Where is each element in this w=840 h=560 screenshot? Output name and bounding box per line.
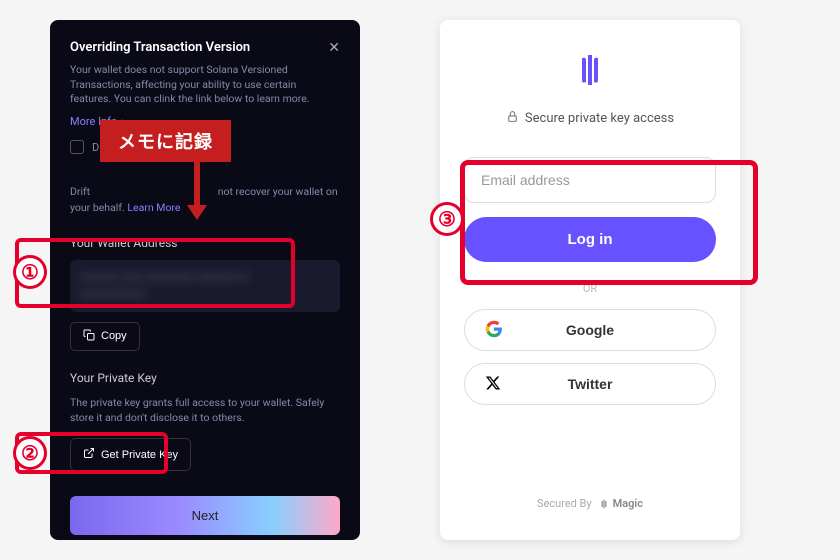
- override-title: Overriding Transaction Version: [70, 40, 340, 55]
- magic-wordmark: Magic: [598, 497, 643, 510]
- checkbox-icon[interactable]: [70, 140, 84, 154]
- google-label: Google: [477, 322, 703, 338]
- secured-by-footer: Secured By Magic: [537, 467, 643, 510]
- close-icon[interactable]: ✕: [328, 40, 340, 56]
- lock-icon: [506, 110, 519, 127]
- copy-button[interactable]: Copy: [70, 322, 140, 351]
- twitter-label: Twitter: [477, 376, 703, 392]
- memo-annotation-badge: メモに記録: [100, 120, 231, 162]
- step-badge-3: ③: [430, 202, 464, 236]
- secure-access-label: Secure private key access: [506, 110, 674, 127]
- arrow-down-icon: [185, 160, 209, 220]
- wallet-panel: ✕ Overriding Transaction Version Your wa…: [50, 20, 360, 540]
- get-private-key-button[interactable]: Get Private Key: [70, 438, 191, 471]
- step-badge-2: ②: [13, 436, 47, 470]
- email-field[interactable]: [464, 157, 716, 203]
- external-link-icon: [83, 447, 95, 462]
- learn-more-link[interactable]: Learn More: [127, 201, 180, 214]
- x-twitter-icon: [485, 375, 501, 394]
- google-icon: [485, 320, 503, 341]
- next-button[interactable]: Next: [70, 496, 340, 535]
- step-badge-1: ①: [13, 255, 47, 289]
- login-panel: Secure private key access Log in OR Goog…: [440, 20, 740, 540]
- get-key-label: Get Private Key: [101, 449, 178, 461]
- checkbox-label: D: [92, 141, 99, 154]
- wallet-address-label: Your Wallet Address: [70, 236, 340, 250]
- login-button[interactable]: Log in: [464, 217, 716, 262]
- private-key-description: The private key grants full access to yo…: [70, 395, 340, 427]
- magic-logo-icon: [570, 50, 610, 90]
- or-divider: OR: [583, 282, 597, 295]
- blurred-address: xxxxxxx xxxx xxxxxxxxx xxxxxxx xxxxxxxxx…: [80, 269, 249, 302]
- google-login-button[interactable]: Google: [464, 309, 716, 351]
- override-description: Your wallet does not support Solana Vers…: [70, 63, 340, 107]
- copy-icon: [83, 329, 95, 344]
- copy-label: Copy: [101, 330, 127, 342]
- twitter-login-button[interactable]: Twitter: [464, 363, 716, 405]
- private-key-label: Your Private Key: [70, 371, 340, 385]
- wallet-address-box: xxxxxxx xxxx xxxxxxxxx xxxxxxx xxxxxxxxx…: [70, 260, 340, 312]
